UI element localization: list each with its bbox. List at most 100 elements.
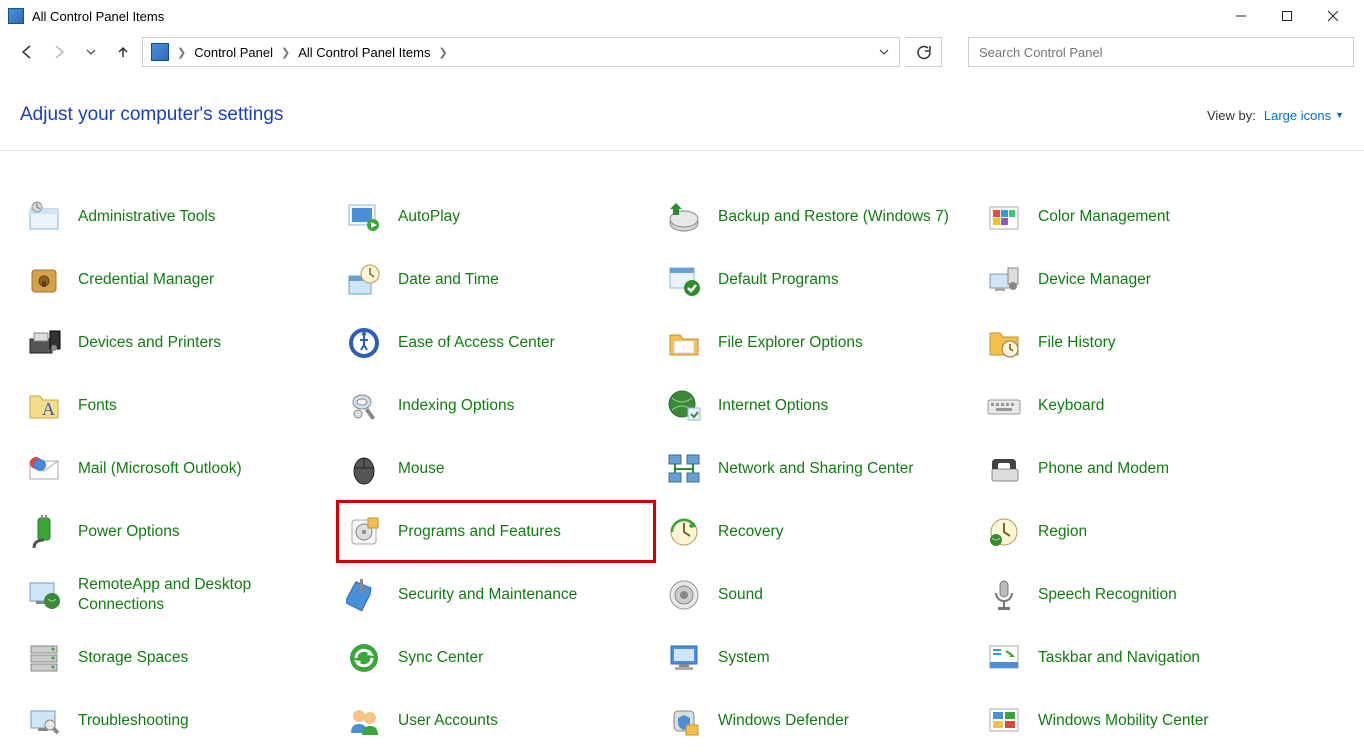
- breadcrumb-root[interactable]: Control Panel: [190, 45, 277, 60]
- cp-item-device-manager[interactable]: Device Manager: [976, 248, 1296, 311]
- search-box[interactable]: [968, 37, 1354, 67]
- cp-item-file-explorer-options[interactable]: File Explorer Options: [656, 311, 976, 374]
- cp-item-region[interactable]: Region: [976, 500, 1296, 563]
- cp-item-label: Speech Recognition: [1038, 585, 1177, 604]
- cp-item-date-time[interactable]: Date and Time: [336, 248, 656, 311]
- programs-features-icon: [344, 512, 384, 552]
- cp-item-label: Credential Manager: [78, 270, 214, 289]
- cp-item-mouse[interactable]: Mouse: [336, 437, 656, 500]
- cp-item-system[interactable]: System: [656, 626, 976, 689]
- power-options-icon: [24, 512, 64, 552]
- cp-item-devices-printers[interactable]: Devices and Printers: [16, 311, 336, 374]
- user-accounts-icon: [344, 701, 384, 741]
- color-management-icon: [984, 197, 1024, 237]
- ease-of-access-icon: [344, 323, 384, 363]
- cp-item-default-programs[interactable]: Default Programs: [656, 248, 976, 311]
- chevron-right-icon[interactable]: ❯: [434, 46, 451, 59]
- recovery-icon: [664, 512, 704, 552]
- cp-item-label: Ease of Access Center: [398, 333, 555, 352]
- forward-button[interactable]: [46, 39, 72, 65]
- cp-item-internet-options[interactable]: Internet Options: [656, 374, 976, 437]
- cp-item-label: Storage Spaces: [78, 648, 188, 667]
- cp-item-ease-of-access[interactable]: Ease of Access Center: [336, 311, 656, 374]
- cp-item-indexing-options[interactable]: Indexing Options: [336, 374, 656, 437]
- cp-item-fonts[interactable]: AFonts: [16, 374, 336, 437]
- cp-item-troubleshooting[interactable]: Troubleshooting: [16, 689, 336, 752]
- cp-item-label: File History: [1038, 333, 1116, 352]
- cp-item-label: Keyboard: [1038, 396, 1104, 415]
- refresh-button[interactable]: [906, 37, 942, 67]
- cp-item-file-history[interactable]: File History: [976, 311, 1296, 374]
- address-history-dropdown[interactable]: [873, 38, 895, 66]
- backup-restore-icon: [664, 197, 704, 237]
- cp-item-label: System: [718, 648, 770, 667]
- address-bar[interactable]: ❯ Control Panel ❯ All Control Panel Item…: [142, 37, 900, 67]
- cp-item-color-management[interactable]: Color Management: [976, 185, 1296, 248]
- troubleshooting-icon: [24, 701, 64, 741]
- date-time-icon: [344, 260, 384, 300]
- back-button[interactable]: [14, 39, 40, 65]
- cp-item-speech-recognition[interactable]: Speech Recognition: [976, 563, 1296, 626]
- cp-item-label: Windows Mobility Center: [1038, 711, 1209, 730]
- cp-item-backup-restore[interactable]: Backup and Restore (Windows 7): [656, 185, 976, 248]
- search-input[interactable]: [979, 45, 1343, 60]
- cp-item-taskbar-navigation[interactable]: Taskbar and Navigation: [976, 626, 1296, 689]
- cp-item-remoteapp[interactable]: RemoteApp and Desktop Connections: [16, 563, 336, 626]
- cp-item-admin-tools[interactable]: Administrative Tools: [16, 185, 336, 248]
- mail-icon: [24, 449, 64, 489]
- breadcrumb-current[interactable]: All Control Panel Items: [294, 45, 434, 60]
- chevron-down-icon: ▼: [1335, 110, 1344, 120]
- cp-item-keyboard[interactable]: Keyboard: [976, 374, 1296, 437]
- maximize-button[interactable]: [1264, 1, 1310, 31]
- cp-item-storage-spaces[interactable]: Storage Spaces: [16, 626, 336, 689]
- cp-item-programs-features[interactable]: Programs and Features: [336, 500, 656, 563]
- cp-item-security-maintenance[interactable]: Security and Maintenance: [336, 563, 656, 626]
- cp-item-label: User Accounts: [398, 711, 498, 730]
- chevron-right-icon[interactable]: ❯: [173, 46, 190, 59]
- view-by-value: Large icons: [1264, 108, 1331, 123]
- cp-item-label: Backup and Restore (Windows 7): [718, 207, 949, 226]
- chevron-right-icon[interactable]: ❯: [277, 46, 294, 59]
- autoplay-icon: [344, 197, 384, 237]
- region-icon: [984, 512, 1024, 552]
- window-title: All Control Panel Items: [32, 9, 164, 24]
- cp-item-label: Color Management: [1038, 207, 1170, 226]
- cp-item-user-accounts[interactable]: User Accounts: [336, 689, 656, 752]
- cp-item-phone-modem[interactable]: Phone and Modem: [976, 437, 1296, 500]
- devices-printers-icon: [24, 323, 64, 363]
- path-root-icon: [151, 43, 169, 61]
- device-manager-icon: [984, 260, 1024, 300]
- cp-item-windows-defender[interactable]: Windows Defender: [656, 689, 976, 752]
- cp-item-label: Date and Time: [398, 270, 499, 289]
- default-programs-icon: [664, 260, 704, 300]
- cp-item-credential-manager[interactable]: Credential Manager: [16, 248, 336, 311]
- cp-item-label: Device Manager: [1038, 270, 1151, 289]
- view-by-label: View by:: [1207, 108, 1256, 123]
- cp-item-sound[interactable]: Sound: [656, 563, 976, 626]
- cp-item-label: Administrative Tools: [78, 207, 216, 226]
- cp-item-label: Sync Center: [398, 648, 483, 667]
- cp-item-sync-center[interactable]: Sync Center: [336, 626, 656, 689]
- speech-recognition-icon: [984, 575, 1024, 615]
- cp-item-autoplay[interactable]: AutoPlay: [336, 185, 656, 248]
- remoteapp-icon: [24, 575, 64, 615]
- indexing-options-icon: [344, 386, 384, 426]
- minimize-button[interactable]: [1218, 1, 1264, 31]
- cp-item-label: AutoPlay: [398, 207, 460, 226]
- cp-item-label: Mail (Microsoft Outlook): [78, 459, 242, 478]
- up-button[interactable]: [110, 39, 136, 65]
- cp-item-recovery[interactable]: Recovery: [656, 500, 976, 563]
- cp-item-network-sharing[interactable]: Network and Sharing Center: [656, 437, 976, 500]
- cp-item-windows-mobility[interactable]: Windows Mobility Center: [976, 689, 1296, 752]
- cp-item-power-options[interactable]: Power Options: [16, 500, 336, 563]
- cp-item-label: Devices and Printers: [78, 333, 221, 352]
- close-button[interactable]: [1310, 1, 1356, 31]
- cp-item-mail[interactable]: Mail (Microsoft Outlook): [16, 437, 336, 500]
- control-panel-icon: [8, 8, 24, 24]
- keyboard-icon: [984, 386, 1024, 426]
- page-title: Adjust your computer's settings: [20, 104, 283, 126]
- admin-tools-icon: [24, 197, 64, 237]
- recent-locations-button[interactable]: [78, 39, 104, 65]
- view-by-dropdown[interactable]: Large icons ▼: [1264, 108, 1344, 123]
- fonts-icon: A: [24, 386, 64, 426]
